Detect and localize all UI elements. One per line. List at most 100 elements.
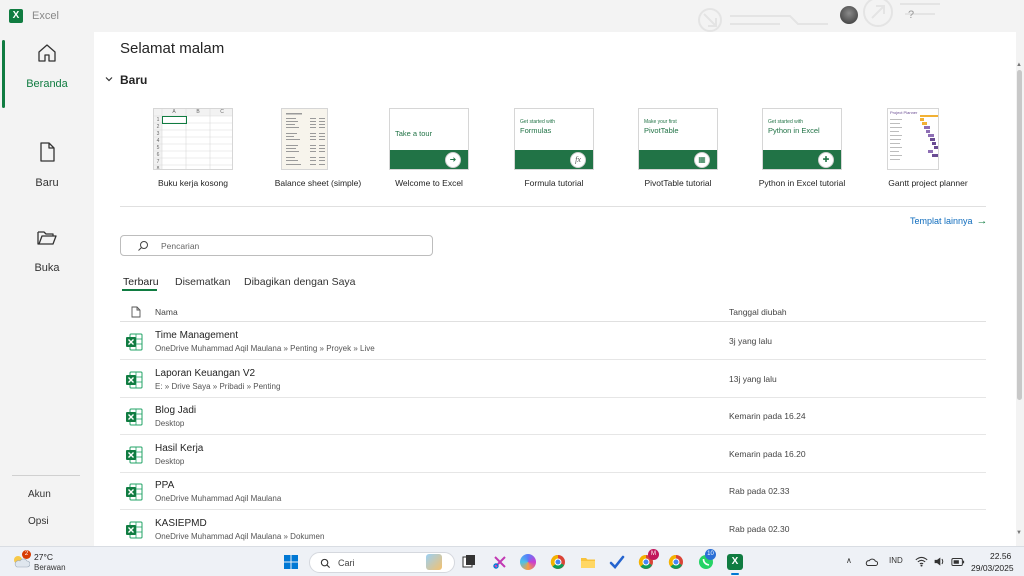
file-modified-date: Rab pada 02.33 xyxy=(729,486,790,496)
onedrive-cloud-icon[interactable] xyxy=(864,555,878,569)
new-document-icon xyxy=(40,142,55,162)
file-modified-date: Rab pada 02.30 xyxy=(729,524,790,534)
template-welcome-to-excel[interactable]: Take a tour ➜ Welcome to Excel xyxy=(375,108,479,188)
nav-item-home[interactable]: Beranda xyxy=(0,32,94,108)
excel-taskbar-icon[interactable]: X xyxy=(727,554,743,570)
tab-recent[interactable]: Terbaru xyxy=(123,276,159,288)
scrollbar-thumb[interactable] xyxy=(1017,70,1022,400)
excel-file-icon xyxy=(126,521,143,539)
selected-cell xyxy=(162,116,187,124)
clock-date[interactable]: 29/03/2025 xyxy=(971,563,1014,573)
more-templates-label: Templat lainnya xyxy=(910,216,973,226)
file-path: OneDrive Muhammad Aqil Maulana xyxy=(155,494,282,503)
nav-item-open[interactable]: Buka xyxy=(0,216,94,288)
template-python-tutorial[interactable]: Get started with Python in Excel ✚ Pytho… xyxy=(748,108,852,188)
tab-pinned[interactable]: Disematkan xyxy=(175,276,230,288)
template-thumbnail: Take a tour ➜ xyxy=(389,108,469,170)
home-content: Selamat malam Baru A B C 1 2 3 4 5 6 7 8… xyxy=(94,32,1016,546)
thumbnail-title: Take a tour xyxy=(395,129,433,138)
volume-icon[interactable] xyxy=(933,555,946,568)
weather-description[interactable]: Berawan xyxy=(34,563,66,572)
help-icon[interactable]: ? xyxy=(908,9,914,21)
template-gantt-planner[interactable]: Project Planner Gantt project planner xyxy=(874,108,978,188)
excel-file-icon xyxy=(126,446,143,464)
chevron-up-icon[interactable]: ∧ xyxy=(846,556,852,565)
file-row[interactable]: Blog Jadi Desktop Kemarin pada 16.24 xyxy=(120,398,986,435)
file-name: Blog Jadi xyxy=(155,405,197,416)
excel-app-icon: X xyxy=(9,9,23,23)
template-label: Balance sheet (simple) xyxy=(274,178,362,188)
template-blank-workbook[interactable]: A B C 1 2 3 4 5 6 7 8 Buku kerja kosong xyxy=(139,108,243,188)
thumbnail-title: Project Planner xyxy=(890,110,918,115)
search-highlight-icon[interactable] xyxy=(426,554,442,570)
file-type-icon xyxy=(131,306,141,318)
more-templates-link[interactable]: Templat lainnya → xyxy=(910,215,988,227)
scroll-down-icon[interactable]: ▼ xyxy=(1016,530,1022,536)
file-row[interactable]: Laporan Keuangan V2 E: » Drive Saya » Pri… xyxy=(120,361,986,398)
taskbar-search-label: Cari xyxy=(338,558,355,568)
excel-file-icon xyxy=(126,408,143,426)
template-formula-tutorial[interactable]: Get started with Formulas fx Formula tut… xyxy=(500,108,604,188)
active-tab-indicator xyxy=(122,289,157,291)
column-header-date[interactable]: Tanggal diubah xyxy=(729,307,787,317)
template-balance-sheet[interactable]: Balance sheet (simple) xyxy=(264,108,368,188)
file-path: Desktop xyxy=(155,419,185,428)
template-thumbnail: Project Planner xyxy=(887,108,939,170)
file-explorer-icon[interactable] xyxy=(580,554,596,570)
user-avatar[interactable] xyxy=(840,6,858,24)
file-name: KASIEPMD xyxy=(155,518,207,529)
folder-open-icon xyxy=(37,231,57,245)
tab-shared-with-me[interactable]: Dibagikan dengan Saya xyxy=(244,276,356,288)
search-box[interactable] xyxy=(120,235,433,256)
thumbnail-subtitle: Make your first xyxy=(644,119,677,125)
section-divider xyxy=(120,206,986,207)
template-label: Gantt project planner xyxy=(888,178,968,188)
left-navigation: Beranda Baru Buka Akun Opsi xyxy=(0,32,94,546)
active-app-indicator xyxy=(731,573,739,575)
file-row[interactable]: Time Management OneDrive Muhammad Aqil Ma… xyxy=(120,323,986,360)
chevron-down-icon[interactable] xyxy=(104,74,114,84)
nav-account[interactable]: Akun xyxy=(28,489,51,500)
row-header: 5 xyxy=(156,145,160,151)
nav-options[interactable]: Opsi xyxy=(28,516,49,527)
file-modified-date: Kemarin pada 16.20 xyxy=(729,449,806,459)
thumbnail-subtitle: Get started with xyxy=(768,119,804,125)
column-header-name[interactable]: Nama xyxy=(155,307,178,317)
file-name: Laporan Keuangan V2 xyxy=(155,368,256,379)
weather-temperature[interactable]: 27°C xyxy=(34,552,53,562)
search-icon xyxy=(320,558,331,569)
nav-item-label: Buka xyxy=(34,262,60,274)
chrome-alt-icon[interactable] xyxy=(668,554,684,570)
input-language[interactable]: IND xyxy=(889,556,903,565)
copilot-icon[interactable] xyxy=(520,554,536,570)
task-view-icon[interactable] xyxy=(461,554,477,570)
search-input[interactable] xyxy=(161,239,421,253)
template-pivottable-tutorial[interactable]: Make your first PivotTable ▦ PivotTable … xyxy=(624,108,728,188)
snipping-tool-icon[interactable] xyxy=(492,554,508,570)
template-label: PivotTable tutorial xyxy=(644,178,712,188)
row-header: 2 xyxy=(156,124,160,130)
template-thumbnail: Get started with Formulas fx xyxy=(514,108,594,170)
scroll-up-icon[interactable]: ▲ xyxy=(1016,62,1022,68)
excel-file-icon xyxy=(126,371,143,389)
column-header: C xyxy=(220,109,224,115)
thumbnail-title: Formulas xyxy=(520,126,552,135)
chrome-icon[interactable] xyxy=(550,554,566,570)
nav-item-new[interactable]: Baru xyxy=(0,131,94,203)
template-thumbnail: A B C 1 2 3 4 5 6 7 8 xyxy=(153,108,233,170)
row-header: 3 xyxy=(156,131,160,137)
profile-badge: M xyxy=(648,549,659,560)
gantt-preview xyxy=(890,115,938,160)
clock-time[interactable]: 22.56 xyxy=(990,551,1011,561)
file-row[interactable]: KASIEPMD OneDrive Muhammad Aqil Maulana »… xyxy=(120,511,986,546)
template-label: Welcome to Excel xyxy=(395,178,463,188)
battery-icon[interactable] xyxy=(951,556,965,568)
file-row[interactable]: PPA OneDrive Muhammad Aqil Maulana Rab pad… xyxy=(120,473,986,510)
windows-start-icon[interactable] xyxy=(283,554,299,570)
todo-checkmark-icon[interactable] xyxy=(609,554,625,570)
file-modified-date: Kemarin pada 16.24 xyxy=(729,411,806,421)
greeting: Selamat malam xyxy=(120,40,225,57)
nav-item-label: Baru xyxy=(35,177,59,189)
wifi-icon[interactable] xyxy=(915,555,928,568)
file-row[interactable]: Hasil Kerja Desktop Kemarin pada 16.20 xyxy=(120,436,986,473)
